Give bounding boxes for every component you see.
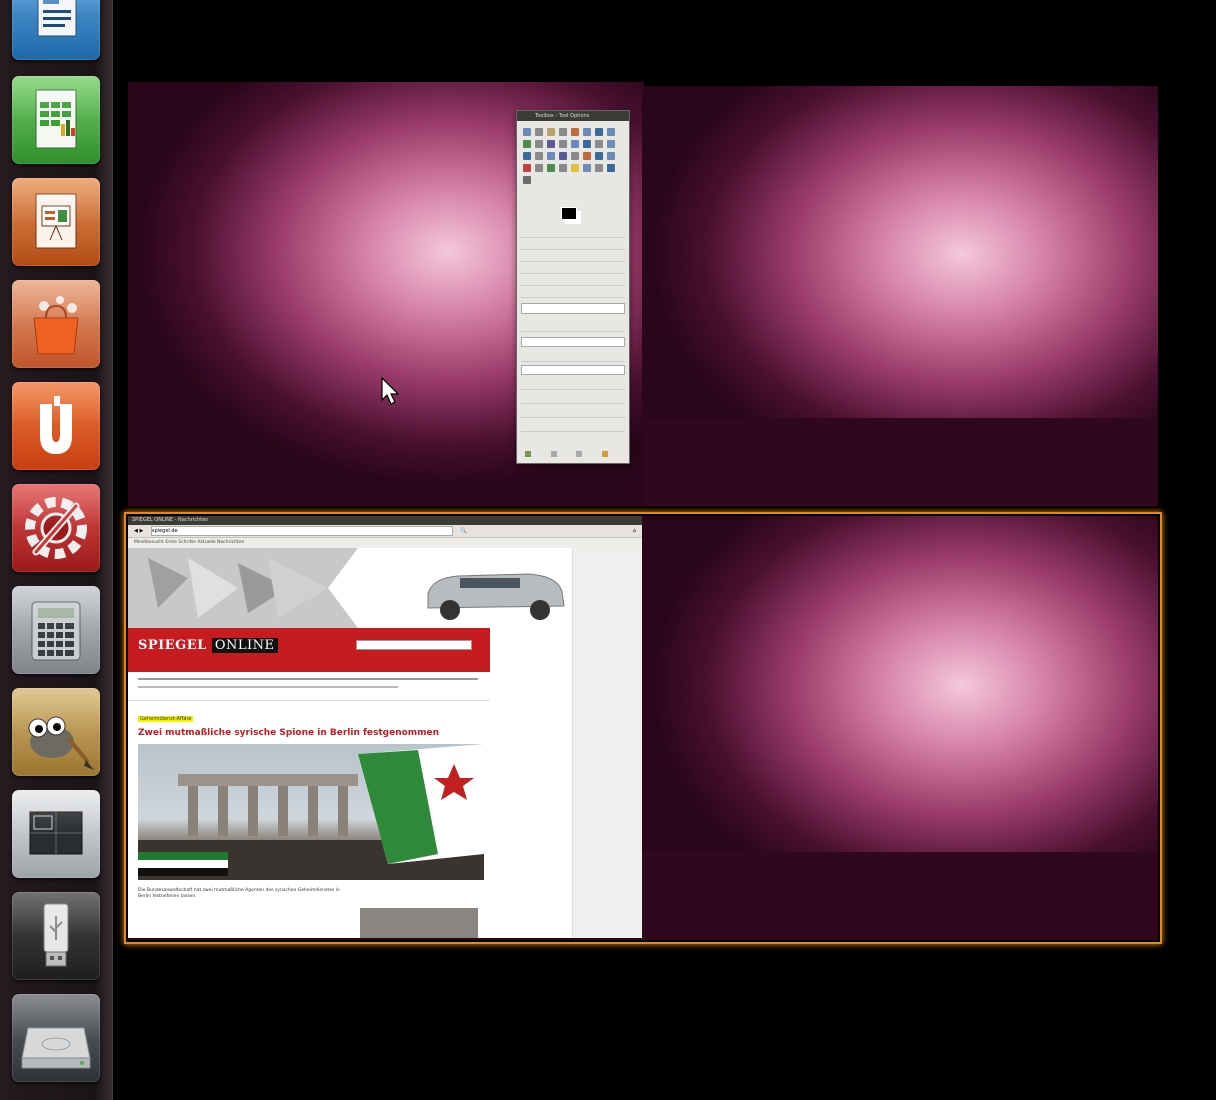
logo-online: ONLINE [211, 638, 278, 653]
launcher-item-ubuntu-one[interactable] [12, 382, 100, 470]
gimp-icon [28, 716, 94, 770]
workspace-3[interactable]: SPIEGEL ONLINE - Nachrichten ◀ ▶ spiegel… [128, 516, 644, 940]
hard-drive-icon [21, 1027, 91, 1069]
launcher-item-calculator[interactable] [12, 586, 100, 674]
side-article-thumbnail[interactable] [360, 908, 478, 938]
workspace-shadow-band [642, 852, 1158, 940]
gimp-option-row[interactable] [521, 265, 625, 274]
workspace-2[interactable] [642, 86, 1158, 506]
launcher-item-system-settings[interactable] [12, 484, 100, 572]
launcher-item-software-center[interactable] [12, 280, 100, 368]
software-center-icon [33, 296, 79, 355]
firefox-window[interactable]: SPIEGEL ONLINE - Nachrichten ◀ ▶ spiegel… [128, 516, 642, 938]
launcher-item-hard-drive[interactable] [12, 994, 100, 1082]
gimp-option-row[interactable] [521, 381, 625, 390]
web-page[interactable]: SPIEGEL ONLINE Geheimdienst-Affäre Zwei … [128, 548, 642, 938]
workspace-1[interactable]: Toolbox - Tool Options [128, 82, 644, 506]
system-settings-icon [25, 497, 87, 559]
workspace-shadow-band [642, 418, 1158, 506]
gimp-option-row[interactable] [521, 229, 625, 238]
gimp-option-field[interactable] [521, 303, 625, 314]
url-field[interactable]: spiegel.de [150, 526, 453, 536]
article-photo[interactable] [138, 744, 484, 880]
mouse-pointer-icon [381, 376, 400, 405]
launcher-item-usb-drive[interactable] [12, 892, 100, 980]
back-icon[interactable]: ◀ [134, 528, 138, 534]
impress-icon [35, 193, 77, 249]
browser-nav-bar[interactable]: ◀ ▶ spiegel.de 🔍 ⌂ [128, 525, 642, 538]
gimp-option-field[interactable] [521, 337, 625, 347]
brandenburg-gate-photo [138, 744, 484, 880]
site-logo[interactable]: SPIEGEL ONLINE [138, 638, 278, 653]
launcher-item-gimp[interactable] [12, 688, 100, 776]
writer-icon [37, 0, 77, 37]
workspace-4[interactable] [642, 516, 1158, 940]
gimp-option-row[interactable] [521, 253, 625, 262]
site-navigation[interactable] [128, 672, 490, 701]
page-right-margin [572, 548, 642, 938]
search-icon[interactable]: 🔍 [461, 528, 467, 534]
gimp-option-row[interactable] [521, 409, 625, 418]
logo-spiegel: SPIEGEL [138, 638, 207, 653]
gimp-color-swatch[interactable] [561, 207, 577, 220]
gimp-option-row[interactable] [521, 395, 625, 404]
article-teaser[interactable]: Die Bundesanwaltschaft hat zwei mutmaßli… [138, 888, 348, 900]
launcher-item-workspace-switcher[interactable] [12, 790, 100, 878]
gimp-option-row[interactable] [521, 289, 625, 298]
forward-icon[interactable]: ▶ [139, 528, 143, 534]
gimp-toolbox-window[interactable]: Toolbox - Tool Options [516, 110, 630, 464]
article-headline[interactable]: Zwei mutmaßliche syrische Spione in Berl… [138, 728, 439, 738]
gimp-option-field[interactable] [521, 365, 625, 375]
gimp-option-row[interactable] [521, 241, 625, 250]
browser-tab-bar[interactable]: SPIEGEL ONLINE - Nachrichten [128, 516, 642, 525]
workspace-switcher-icon [29, 811, 83, 855]
gimp-option-row[interactable] [521, 353, 625, 362]
gimp-option-row[interactable] [521, 423, 625, 432]
ubuntu-one-icon [40, 396, 72, 454]
calc-icon [35, 89, 77, 149]
home-icon[interactable]: ⌂ [633, 525, 636, 537]
site-search-input[interactable] [356, 640, 472, 650]
unity-launcher [0, 0, 113, 1100]
launcher-item-impress[interactable] [12, 178, 100, 266]
launcher-item-writer[interactable] [12, 0, 100, 60]
gimp-toolbox-title: Toolbox - Tool Options [517, 111, 629, 121]
usb-drive-icon [43, 903, 69, 967]
article-kicker[interactable]: Geheimdienst-Affäre [138, 716, 194, 722]
calculator-icon [31, 601, 81, 661]
gimp-option-row[interactable] [521, 277, 625, 286]
car-ad-image [128, 548, 565, 628]
launcher-item-calc[interactable] [12, 76, 100, 164]
browser-tab-title[interactable]: SPIEGEL ONLINE - Nachrichten [132, 517, 208, 523]
gimp-bottom-buttons[interactable] [525, 451, 621, 457]
site-header: SPIEGEL ONLINE [128, 628, 490, 672]
banner-ad[interactable] [128, 548, 572, 628]
gimp-tool-grid[interactable] [521, 127, 625, 187]
gimp-option-row[interactable] [521, 323, 625, 332]
